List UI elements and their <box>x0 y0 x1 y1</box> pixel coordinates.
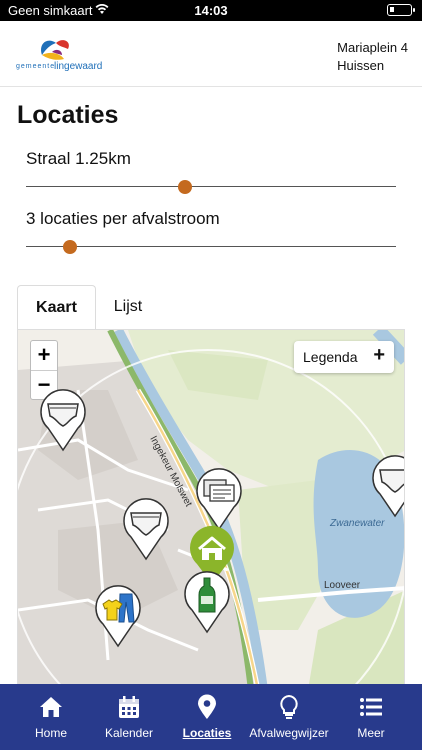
view-tabs: Kaart Lijst <box>17 285 405 330</box>
radius-label: Straal 1.25km <box>26 149 131 168</box>
diaper-icon <box>372 455 404 518</box>
street-label-looveer: Looveer <box>324 580 361 591</box>
diaper-location-marker[interactable] <box>36 386 90 452</box>
nav-kalender[interactable]: Kalender <box>92 684 166 750</box>
nav-afvalwegwijzer[interactable]: Afvalwegwijzer <box>244 684 334 750</box>
tab-kaart[interactable]: Kaart <box>17 285 96 330</box>
app-header: gemeente lingewaard Mariaplein 4 Huissen <box>0 21 422 87</box>
municipality-logo[interactable]: gemeente lingewaard <box>16 35 112 75</box>
status-time: 14:03 <box>194 3 228 18</box>
nav-afvalwegwijzer-label: Afvalwegwijzer <box>249 726 329 740</box>
zoom-in-button[interactable]: + <box>31 341 57 370</box>
per-stream-label: 3 locaties per afvalstroom <box>26 209 220 228</box>
diaper-icon <box>40 389 86 452</box>
page-title: Locaties <box>17 101 119 129</box>
legend-button[interactable]: Legenda + <box>294 341 394 373</box>
calendar-icon <box>119 696 139 718</box>
nav-kalender-label: Kalender <box>104 726 154 740</box>
svg-text:lingewaard: lingewaard <box>54 61 102 72</box>
textile-location-marker[interactable] <box>91 582 145 648</box>
home-icon <box>40 697 62 717</box>
nav-home-label: Home <box>34 726 67 740</box>
nav-locaties-label: Locaties <box>182 726 232 740</box>
radius-slider-thumb[interactable] <box>178 180 193 194</box>
locations-map[interactable]: Ingekeur Molswet Zwanewater Looveer + − … <box>17 329 405 689</box>
address-city: Huissen <box>337 58 385 73</box>
radius-slider-track[interactable] <box>26 186 396 187</box>
diaper-location-marker[interactable] <box>368 452 404 518</box>
legend-expand-icon: + <box>373 344 385 366</box>
address-street: Mariaplein 4 <box>337 40 408 55</box>
bottom-navigation: Home Kalender Locaties Afvalwegwijzer Me… <box>0 684 422 750</box>
nav-meer-label: Meer <box>357 726 385 740</box>
battery-icon <box>387 4 415 16</box>
legend-label: Legenda <box>303 349 358 365</box>
water-label-zwanewater: Zwanewater <box>329 518 385 529</box>
status-bar: Geen simkaart 14:03 <box>0 0 422 21</box>
radius-slider[interactable] <box>26 179 396 195</box>
svg-text:gemeente: gemeente <box>16 63 55 70</box>
per-stream-slider[interactable] <box>26 239 396 255</box>
location-pin-icon <box>198 694 216 719</box>
address-block[interactable]: Mariaplein 4 Huissen <box>337 39 408 75</box>
menu-icon <box>360 698 382 716</box>
textile-icon <box>95 585 141 648</box>
app-screen: gemeente lingewaard Mariaplein 4 Huissen… <box>0 21 422 750</box>
glass-bottle-icon <box>184 571 230 634</box>
diaper-location-marker[interactable] <box>119 495 173 561</box>
nav-meer[interactable]: Meer <box>336 684 406 750</box>
diaper-icon <box>123 498 169 561</box>
lightbulb-icon <box>280 694 298 719</box>
glass-location-marker[interactable] <box>180 568 234 634</box>
nav-locaties[interactable]: Locaties <box>170 684 244 750</box>
nav-home[interactable]: Home <box>14 684 88 750</box>
per-stream-slider-thumb[interactable] <box>63 240 78 254</box>
per-stream-slider-track[interactable] <box>26 246 396 247</box>
tab-lijst[interactable]: Lijst <box>103 285 153 330</box>
